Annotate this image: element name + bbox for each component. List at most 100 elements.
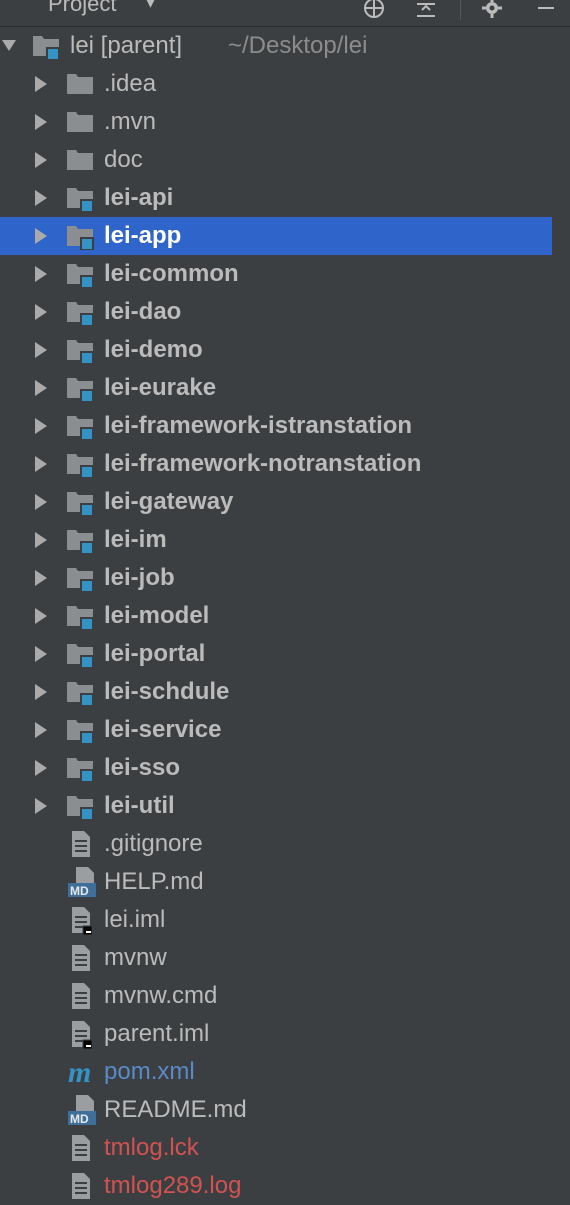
tree-file-row[interactable]: tmlog289.log xyxy=(0,1167,570,1205)
file-label: tmlog289.log xyxy=(104,1172,242,1199)
chevron-down-icon[interactable] xyxy=(2,38,16,54)
module-folder-icon xyxy=(66,374,96,402)
project-view-title[interactable]: Project xyxy=(48,0,116,17)
chevron-right-icon[interactable] xyxy=(34,114,48,130)
module-folder-icon xyxy=(66,526,96,554)
tree-folder-row[interactable]: lei-service xyxy=(0,711,570,749)
file-label: parent.iml xyxy=(104,1020,210,1047)
tree-folder-row[interactable]: lei-dao xyxy=(0,293,570,331)
chevron-right-icon[interactable] xyxy=(34,228,48,244)
folder-icon xyxy=(66,108,96,136)
module-folder-icon xyxy=(66,450,96,478)
folder-label: lei-gateway xyxy=(104,488,234,515)
tree-file-row[interactable]: MD HELP.md xyxy=(0,863,570,901)
tree-folder-row[interactable]: lei-framework-istranstation xyxy=(0,407,570,445)
chevron-right-icon[interactable] xyxy=(34,304,48,320)
folder-label: .idea xyxy=(104,70,157,97)
tree-folder-row[interactable]: doc xyxy=(0,141,570,179)
collapse-all-icon[interactable] xyxy=(414,0,438,20)
folder-label: lei-framework-notranstation xyxy=(104,450,422,477)
tree-root-row[interactable]: lei [parent] ~/Desktop/lei xyxy=(0,27,570,65)
module-folder-icon xyxy=(66,564,96,592)
chevron-right-icon[interactable] xyxy=(34,152,48,168)
root-path: ~/Desktop/lei xyxy=(228,32,368,59)
folder-label: lei-eurake xyxy=(104,374,217,401)
tree-file-row[interactable]: lei.iml xyxy=(0,901,570,939)
folder-label: lei-demo xyxy=(104,336,203,363)
tree-folder-row[interactable]: lei-gateway xyxy=(0,483,570,521)
file-label: mvnw xyxy=(104,944,167,971)
chevron-right-icon[interactable] xyxy=(34,418,48,434)
tree-folder-row[interactable]: lei-demo xyxy=(0,331,570,369)
tree-folder-row[interactable]: lei-eurake xyxy=(0,369,570,407)
tree-folder-row[interactable]: lei-model xyxy=(0,597,570,635)
folder-label: lei-model xyxy=(104,602,210,629)
module-folder-icon xyxy=(66,602,96,630)
markdown-file-icon: MD xyxy=(66,867,100,897)
svg-text:m: m xyxy=(68,1057,91,1087)
module-folder-icon xyxy=(66,716,96,744)
chevron-right-icon[interactable] xyxy=(34,646,48,662)
tree-file-row[interactable]: mvnw.cmd xyxy=(0,977,570,1015)
folder-icon xyxy=(66,70,96,98)
tree-folder-row[interactable]: lei-api xyxy=(0,179,570,217)
chevron-right-icon[interactable] xyxy=(34,380,48,396)
chevron-right-icon[interactable] xyxy=(34,722,48,738)
tree-folder-row[interactable]: lei-portal xyxy=(0,635,570,673)
folder-label: lei-dao xyxy=(104,298,182,325)
file-label: .gitignore xyxy=(104,830,203,857)
tree-file-row[interactable]: .gitignore xyxy=(0,825,570,863)
file-label: HELP.md xyxy=(104,868,204,895)
chevron-right-icon[interactable] xyxy=(34,684,48,700)
module-folder-icon xyxy=(66,678,96,706)
chevron-right-icon[interactable] xyxy=(34,456,48,472)
toolbar-divider xyxy=(460,0,461,20)
chevron-right-icon[interactable] xyxy=(34,760,48,776)
tree-folder-row[interactable]: lei-sso xyxy=(0,749,570,787)
chevron-right-icon[interactable] xyxy=(34,608,48,624)
chevron-right-icon[interactable] xyxy=(34,342,48,358)
tree-folder-row[interactable]: lei-common xyxy=(0,255,570,293)
chevron-right-icon[interactable] xyxy=(34,190,48,206)
file-label: lei.iml xyxy=(104,906,166,933)
tree-folder-row[interactable]: lei-framework-notranstation xyxy=(0,445,570,483)
module-folder-icon xyxy=(66,184,96,212)
chevron-right-icon[interactable] xyxy=(34,494,48,510)
file-label: mvnw.cmd xyxy=(104,982,218,1009)
tree-folder-row[interactable]: .idea xyxy=(0,65,570,103)
tree-folder-row[interactable]: lei-app xyxy=(0,217,552,255)
hide-icon[interactable] xyxy=(534,0,558,20)
markdown-file-icon: MD xyxy=(66,1095,100,1125)
vertical-scrollbar[interactable] xyxy=(556,27,570,1202)
file-label: tmlog.lck xyxy=(104,1134,199,1161)
chevron-right-icon[interactable] xyxy=(34,570,48,586)
tree-folder-row[interactable]: lei-util xyxy=(0,787,570,825)
chevron-right-icon[interactable] xyxy=(34,532,48,548)
text-file-icon xyxy=(66,1171,100,1201)
gear-icon[interactable] xyxy=(480,0,504,20)
tree-folder-row[interactable]: lei-schdule xyxy=(0,673,570,711)
folder-label: lei-common xyxy=(104,260,239,287)
tree-file-row[interactable]: tmlog.lck xyxy=(0,1129,570,1167)
tree-file-row[interactable]: m pom.xml xyxy=(0,1053,570,1091)
tree-file-row[interactable]: parent.iml xyxy=(0,1015,570,1053)
root-label: lei [parent] xyxy=(70,32,183,59)
folder-label: .mvn xyxy=(104,108,157,135)
locate-icon[interactable] xyxy=(362,0,386,20)
module-folder-icon xyxy=(66,298,96,326)
module-folder-icon xyxy=(66,754,96,782)
tree-file-row[interactable]: mvnw xyxy=(0,939,570,977)
module-folder-icon xyxy=(66,792,96,820)
folder-label: lei-util xyxy=(104,792,175,819)
file-label: pom.xml xyxy=(104,1058,195,1085)
tree-folder-row[interactable]: lei-job xyxy=(0,559,570,597)
chevron-down-icon[interactable]: ▾ xyxy=(146,0,155,13)
chevron-right-icon[interactable] xyxy=(34,798,48,814)
tree-file-row[interactable]: MD README.md xyxy=(0,1091,570,1129)
chevron-right-icon[interactable] xyxy=(34,266,48,282)
project-toolbar: Project ▾ xyxy=(0,0,570,27)
tree-folder-row[interactable]: lei-im xyxy=(0,521,570,559)
chevron-right-icon[interactable] xyxy=(34,76,48,92)
folder-icon xyxy=(66,146,96,174)
tree-folder-row[interactable]: .mvn xyxy=(0,103,570,141)
